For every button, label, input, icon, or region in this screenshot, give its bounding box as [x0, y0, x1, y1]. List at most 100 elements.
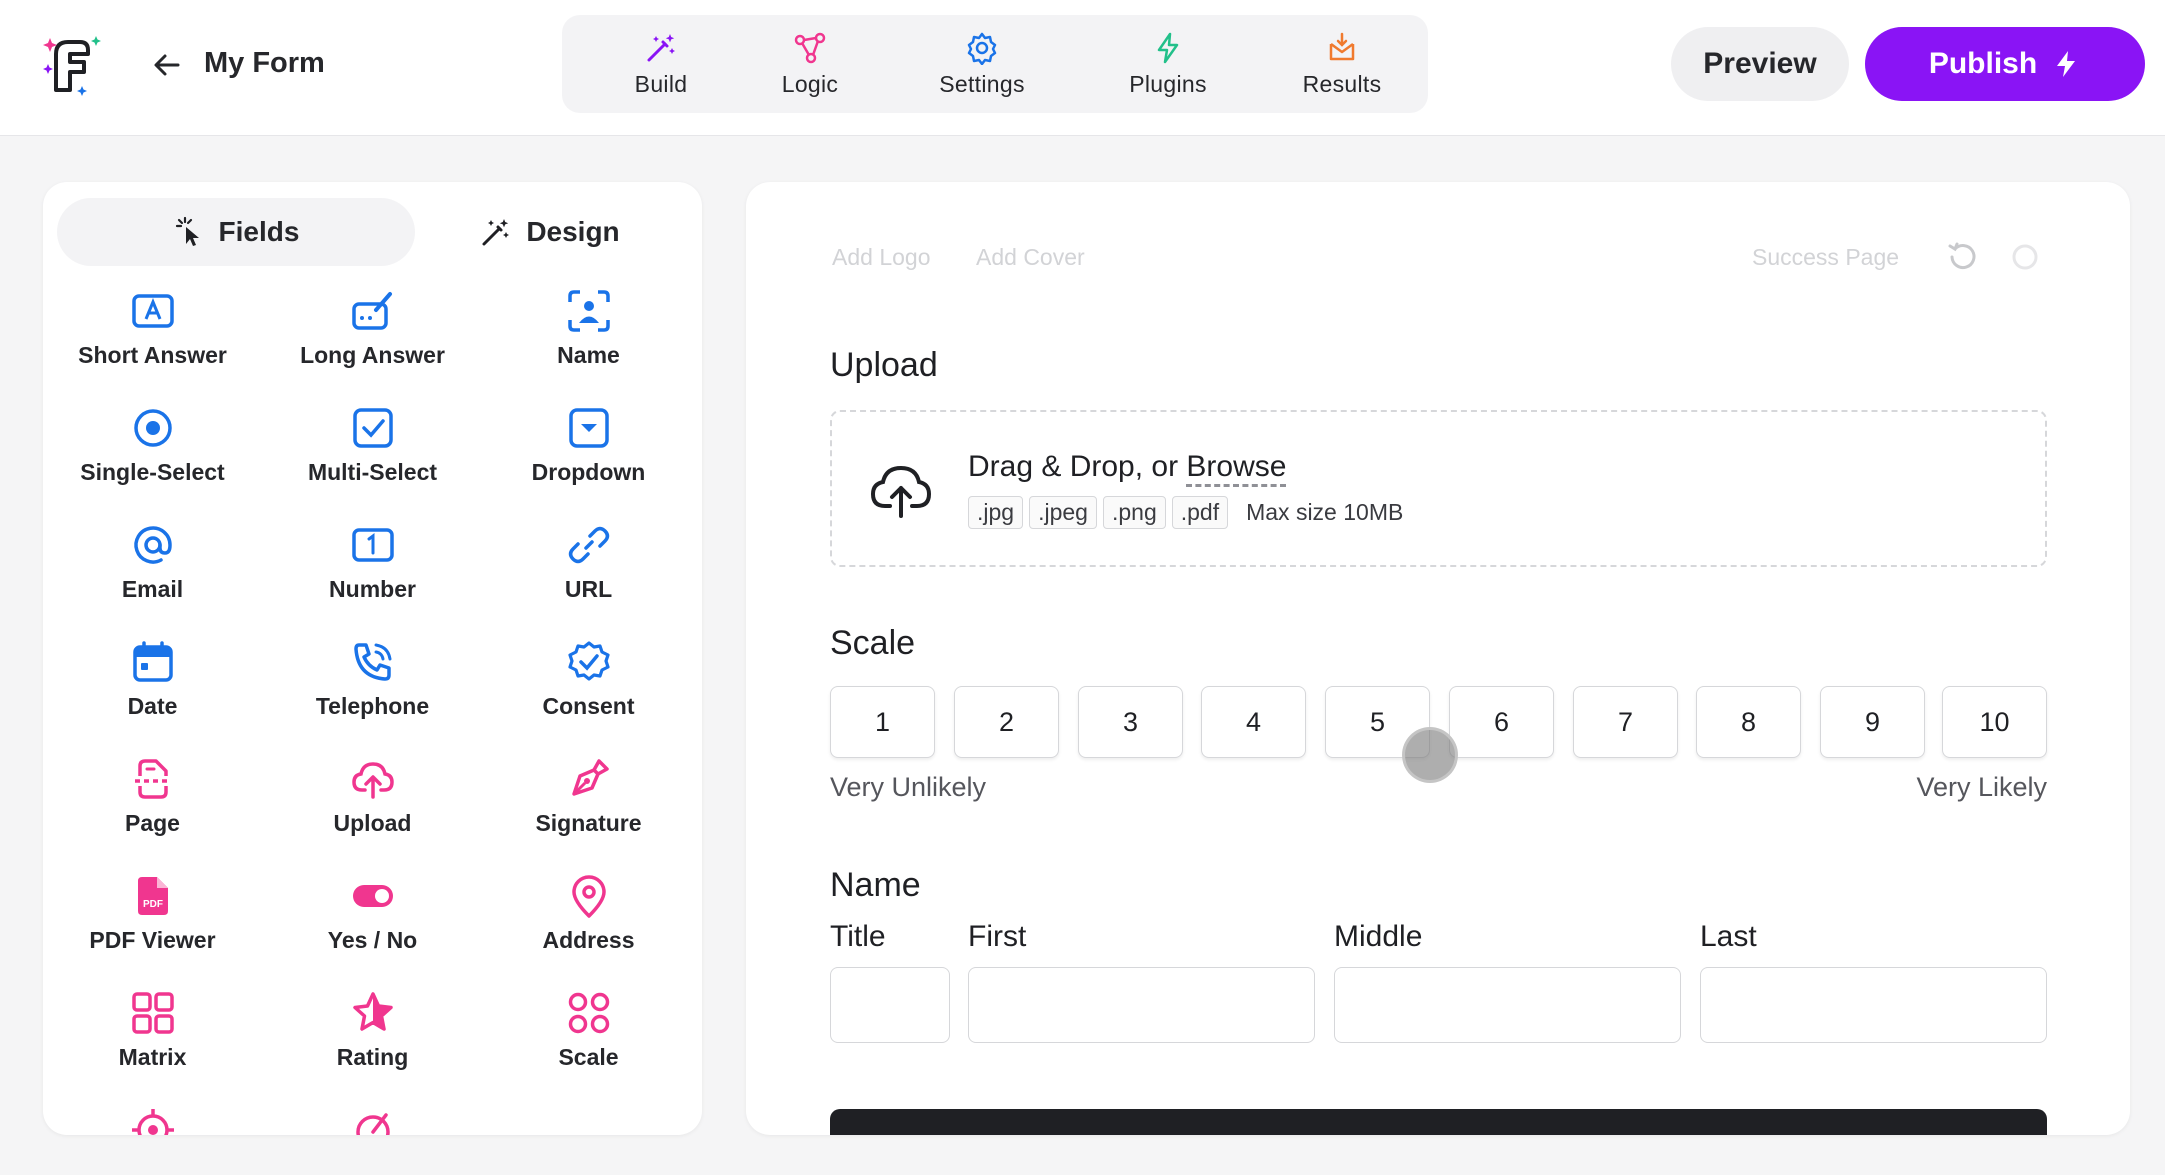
tab-plugins[interactable]: Plugins [1088, 15, 1248, 113]
upload-title: Upload [830, 346, 938, 384]
calendar-icon [132, 641, 173, 682]
field-name[interactable]: Name [481, 288, 696, 404]
field-yes-no[interactable]: Yes / No [265, 873, 480, 989]
field-pdf-viewer[interactable]: PDF PDF Viewer [45, 873, 260, 989]
mouse-cursor-indicator [1402, 727, 1458, 783]
ext-badge: .png [1102, 496, 1166, 529]
person-scan-icon [567, 290, 610, 332]
scale-title: Scale [830, 624, 916, 662]
tab-settings[interactable]: Settings [902, 15, 1062, 113]
name-middle-label: Middle [1334, 920, 1423, 953]
ext-badge: .jpg [968, 496, 1024, 529]
cloud-upload-icon [870, 465, 932, 518]
field-telephone[interactable]: Telephone [265, 639, 480, 755]
checkbox-icon [352, 408, 393, 448]
field-scale[interactable]: Scale [481, 990, 696, 1106]
field-upload[interactable]: Upload [265, 756, 480, 872]
scale-min-label: Very Unlikely [830, 772, 987, 802]
lightning-icon [2057, 51, 2076, 77]
name-title-input[interactable] [830, 967, 950, 1043]
undo-icon[interactable] [1946, 240, 1980, 274]
success-page-link[interactable]: Success Page [1752, 244, 1899, 271]
browse-link[interactable]: Browse [1186, 450, 1287, 487]
field-short-answer[interactable]: Short Answer [45, 288, 260, 404]
field-email[interactable]: Email [45, 522, 260, 638]
tab-results[interactable]: Results [1272, 15, 1412, 113]
magic-wand-icon [647, 33, 675, 61]
field-rating[interactable]: Rating [265, 990, 480, 1106]
field-number[interactable]: Number [265, 522, 480, 638]
field-url[interactable]: URL [481, 522, 696, 638]
number-one-icon [351, 528, 394, 562]
file-types: .jpg .jpeg .png .pdf Max size 10MB [968, 496, 1403, 529]
name-title: Name [830, 866, 921, 904]
pdf-file-icon: PDF [137, 877, 168, 915]
tab-design[interactable]: Design [415, 198, 685, 266]
main-nav: Build Logic Settings Plugins Results [562, 15, 1428, 113]
name-middle-input[interactable] [1334, 967, 1681, 1043]
field-signature[interactable]: Signature [481, 756, 696, 872]
tab-logic[interactable]: Logic [742, 15, 878, 113]
name-first-label: First [968, 920, 1027, 953]
toggle-icon [352, 885, 393, 907]
ext-badge: .jpeg [1029, 496, 1097, 529]
logic-nodes-icon [794, 32, 826, 63]
app-logo-icon[interactable] [40, 28, 112, 100]
keyboard-pen-icon [351, 292, 392, 330]
scale-option-2[interactable]: 2 [954, 686, 1059, 758]
tab-build[interactable]: Build [598, 15, 724, 113]
field-consent[interactable]: Consent [481, 639, 696, 755]
name-first-input[interactable] [968, 967, 1315, 1043]
lightning-icon [1157, 32, 1179, 63]
field-matrix[interactable]: Matrix [45, 990, 260, 1106]
map-pin-icon [571, 875, 606, 918]
ext-badge: .pdf [1171, 496, 1229, 529]
field-single-select[interactable]: Single-Select [45, 405, 260, 521]
form-title[interactable]: My Form [204, 47, 325, 80]
drop-instructions: Drag & Drop, or Browse [968, 450, 1287, 487]
tab-fields[interactable]: Fields [57, 198, 415, 266]
field-address[interactable]: Address [481, 873, 696, 989]
check-badge-icon [567, 641, 610, 681]
scale-option-8[interactable]: 8 [1696, 686, 1801, 758]
field-page[interactable]: Page [45, 756, 260, 872]
fields-sidebar: Fields Design Short Answer Long Answer N… [43, 182, 702, 1135]
upload-dropzone[interactable]: Drag & Drop, or Browse .jpg .jpeg .png .… [830, 410, 2047, 567]
field-date[interactable]: Date [45, 639, 260, 755]
pen-nib-icon [571, 759, 609, 796]
publish-button[interactable]: Publish [1865, 27, 2145, 101]
back-arrow-icon[interactable] [150, 48, 184, 82]
scale-option-10[interactable]: 10 [1942, 686, 2047, 758]
at-icon [133, 526, 172, 564]
phone-icon [353, 643, 391, 681]
form-canvas: Add Logo Add Cover Success Page Upload D… [746, 182, 2130, 1135]
dropdown-icon [568, 408, 609, 448]
add-cover-link[interactable]: Add Cover [976, 244, 1085, 271]
field-dropdown[interactable]: Dropdown [481, 405, 696, 521]
scale-option-3[interactable]: 3 [1078, 686, 1183, 758]
svg-text:PDF: PDF [143, 899, 163, 910]
target-icon [131, 1109, 174, 1135]
field-partial-1[interactable] [45, 1107, 260, 1135]
name-last-input[interactable] [1700, 967, 2047, 1043]
add-logo-link[interactable]: Add Logo [832, 244, 930, 271]
scale-option-9[interactable]: 9 [1820, 686, 1925, 758]
field-long-answer[interactable]: Long Answer [265, 288, 480, 404]
preview-button[interactable]: Preview [1671, 27, 1849, 101]
name-title-label: Title [830, 920, 886, 953]
name-last-label: Last [1700, 920, 1757, 953]
radio-icon [133, 409, 172, 447]
field-partial-2[interactable] [265, 1107, 480, 1135]
page-icon [134, 759, 171, 799]
field-multi-select[interactable]: Multi-Select [265, 405, 480, 521]
redo-icon[interactable] [2008, 240, 2042, 274]
scale-option-6[interactable]: 6 [1449, 686, 1554, 758]
star-icon [352, 992, 393, 1031]
scale-option-4[interactable]: 4 [1201, 686, 1306, 758]
gear-icon [967, 32, 997, 65]
scale-option-7[interactable]: 7 [1573, 686, 1678, 758]
text-a-icon [131, 294, 174, 328]
submit-bar[interactable] [830, 1109, 2047, 1135]
scale-option-1[interactable]: 1 [830, 686, 935, 758]
magic-wand-icon [482, 219, 510, 246]
